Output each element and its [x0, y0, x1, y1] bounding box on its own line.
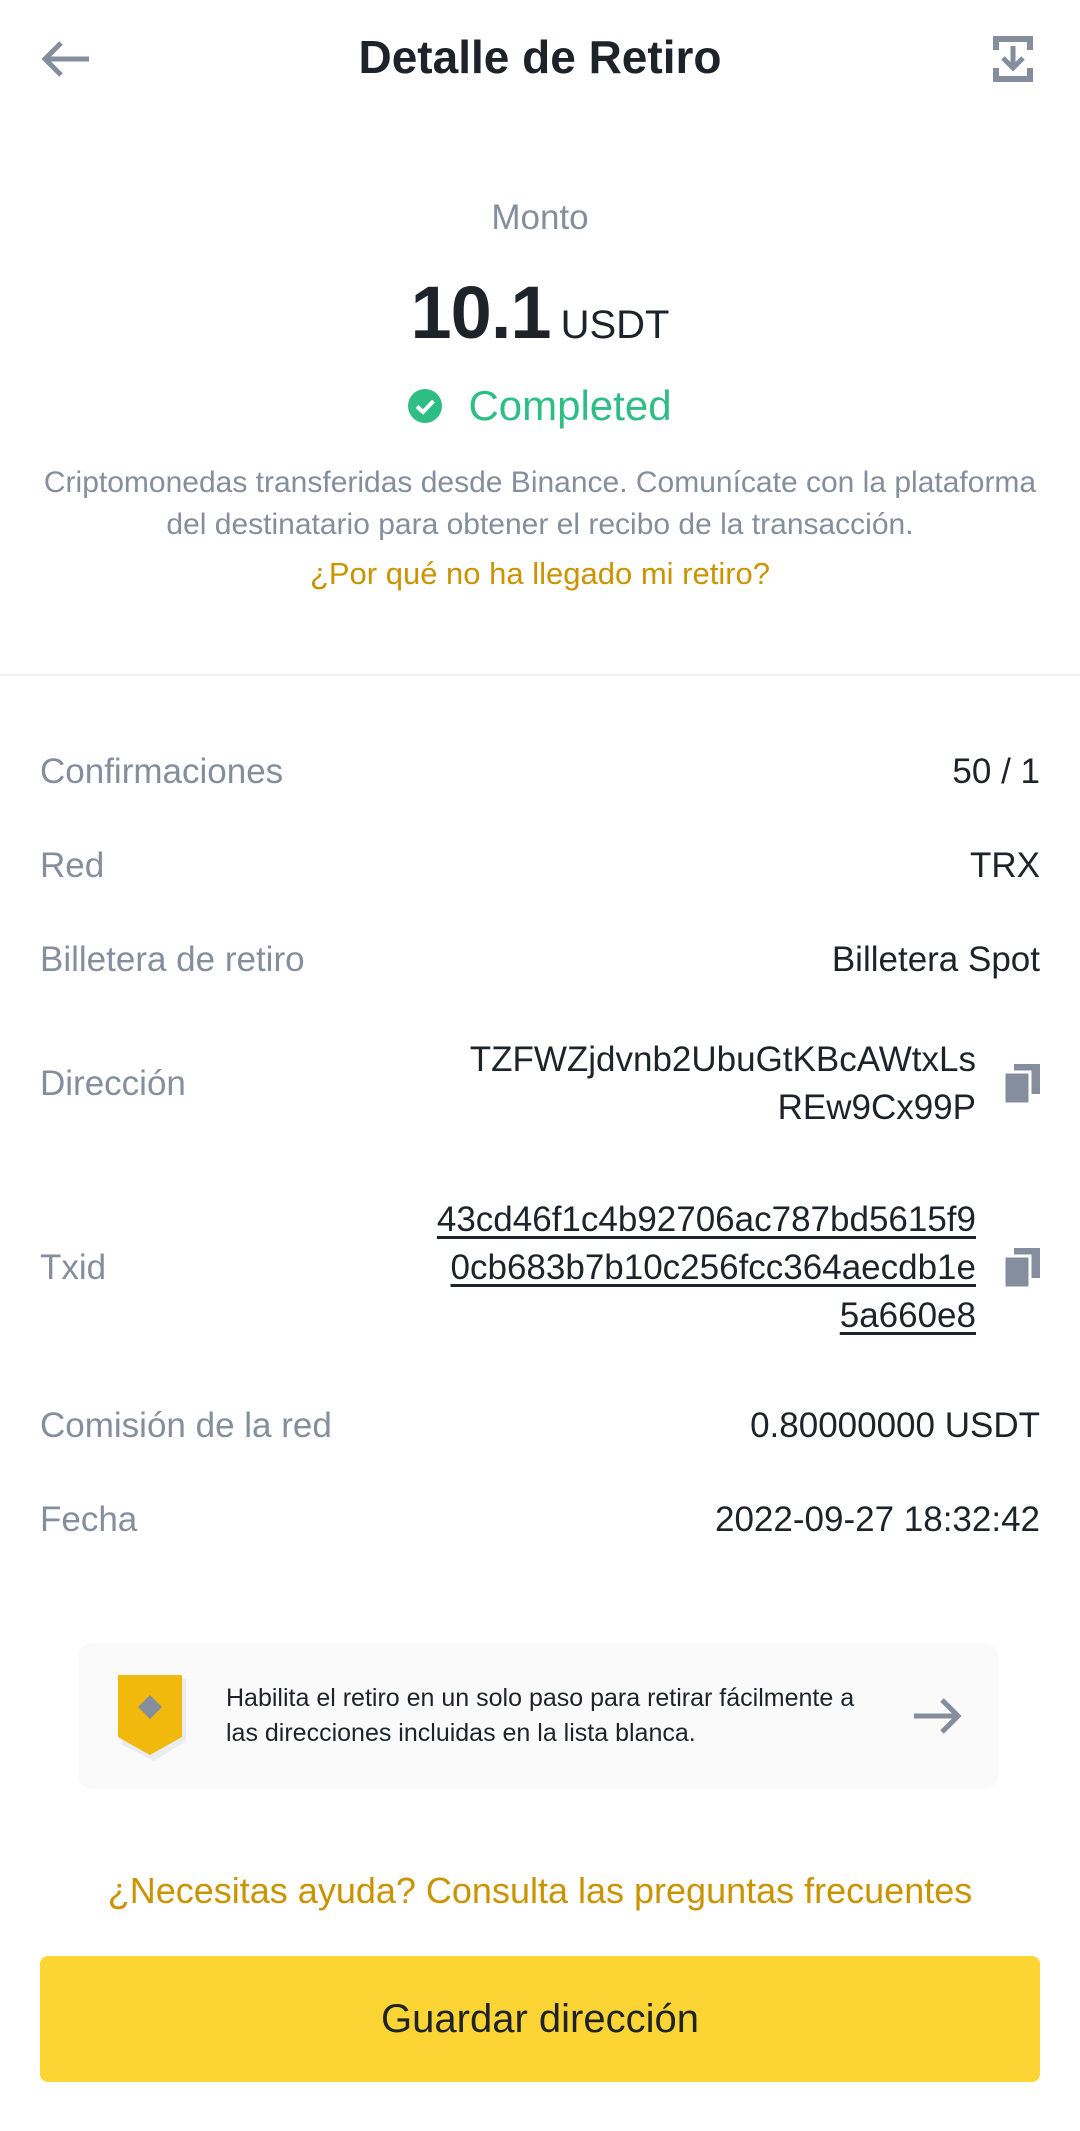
page-title: Detalle de Retiro	[358, 31, 722, 83]
amount: 10.1 USDT	[0, 270, 1080, 355]
network-value: TRX	[970, 846, 1040, 885]
address-value: TZFWZjdvnb2UbuGtKBcAWtxLsREw9Cx99P	[469, 1040, 976, 1127]
save-address-button[interactable]: Guardar dirección	[40, 1956, 1040, 2082]
txid-row: Txid 43cd46f1c4b92706ac787bd5615f90cb683…	[40, 1196, 1040, 1340]
txid-link[interactable]: 43cd46f1c4b92706ac787bd5615f90cb683b7b10…	[436, 1196, 976, 1340]
amount-unit: USDT	[560, 303, 670, 347]
txid-label: Txid	[40, 1248, 107, 1287]
fee-label: Comisión de la red	[40, 1406, 332, 1445]
date-label: Fecha	[40, 1500, 138, 1539]
export-download-icon	[993, 36, 1033, 82]
amount-value: 10.1	[410, 271, 552, 354]
confirmations-row: Confirmaciones 50 / 1	[40, 752, 1040, 792]
wallet-value: Billetera Spot	[831, 940, 1040, 979]
fee-row: Comisión de la red 0.80000000 USDT	[40, 1406, 1040, 1446]
copy-icon	[1004, 1248, 1040, 1288]
date-value: 2022-09-27 18:32:42	[715, 1500, 1040, 1539]
shield-badge-icon	[114, 1671, 190, 1761]
status-text: Completed	[468, 382, 672, 429]
arrow-right-icon	[912, 1696, 964, 1736]
export-button[interactable]	[980, 28, 1046, 90]
header: Detalle de Retiro	[0, 0, 1080, 120]
confirmations-value: 50 / 1	[952, 752, 1040, 791]
copy-address-button[interactable]	[1004, 1064, 1040, 1104]
address-row: Dirección TZFWZjdvnb2UbuGtKBcAWtxLsREw9C…	[40, 1036, 1040, 1132]
address-value-group: TZFWZjdvnb2UbuGtKBcAWtxLsREw9Cx99P	[456, 1036, 1040, 1132]
why-not-arrived-link[interactable]: ¿Por qué no ha llegado mi retiro?	[0, 556, 1080, 592]
faq-link[interactable]: ¿Necesitas ayuda? Consulta las preguntas…	[0, 1870, 1080, 1916]
confirmations-label: Confirmaciones	[40, 752, 284, 791]
network-label: Red	[40, 846, 105, 885]
address-label: Dirección	[40, 1064, 186, 1103]
status: Completed	[0, 382, 1080, 430]
fee-value: 0.80000000 USDT	[750, 1406, 1040, 1445]
wallet-label: Billetera de retiro	[40, 940, 305, 979]
copy-icon	[1004, 1064, 1040, 1104]
description: Criptomonedas transferidas desde Binance…	[43, 466, 1037, 541]
amount-label: Monto	[491, 198, 589, 237]
wallet-row: Billetera de retiro Billetera Spot	[40, 940, 1040, 980]
divider	[0, 674, 1080, 676]
copy-txid-button[interactable]	[1004, 1248, 1040, 1288]
txid-value-group: 43cd46f1c4b92706ac787bd5615f90cb683b7b10…	[436, 1196, 1040, 1340]
network-row: Red TRX	[40, 846, 1040, 886]
promo-text: Habilita el retiro en un solo paso para …	[226, 1684, 855, 1747]
date-row: Fecha 2022-09-27 18:32:42	[40, 1500, 1040, 1540]
check-circle-icon	[408, 389, 443, 423]
one-step-withdrawal-card[interactable]: Habilita el retiro en un solo paso para …	[78, 1643, 998, 1789]
